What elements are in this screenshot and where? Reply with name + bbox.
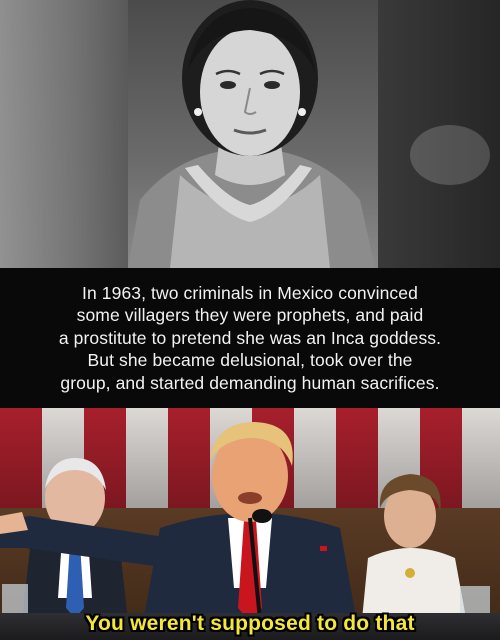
caption-line: In 1963, two criminals in Mexico convinc… xyxy=(82,282,418,303)
caption-line: group, and started demanding human sacri… xyxy=(60,372,440,393)
caption-line: But she became delusional, took over the xyxy=(87,350,413,371)
story-caption-text: In 1963, two criminals in Mexico convinc… xyxy=(59,282,441,395)
portrait-woman-illustration xyxy=(128,0,490,268)
historic-portrait-photo xyxy=(0,0,500,268)
meme-scene-photo: You weren't supposed to do that xyxy=(0,408,500,640)
story-caption-box: In 1963, two criminals in Mexico convinc… xyxy=(0,268,500,408)
caption-line: a prostitute to pretend she was an Inca … xyxy=(58,327,442,348)
speakers-illustration xyxy=(0,422,490,640)
meme-subtitle: You weren't supposed to do that xyxy=(85,612,415,635)
caption-line: some villagers they were prophets, and p… xyxy=(76,305,424,326)
